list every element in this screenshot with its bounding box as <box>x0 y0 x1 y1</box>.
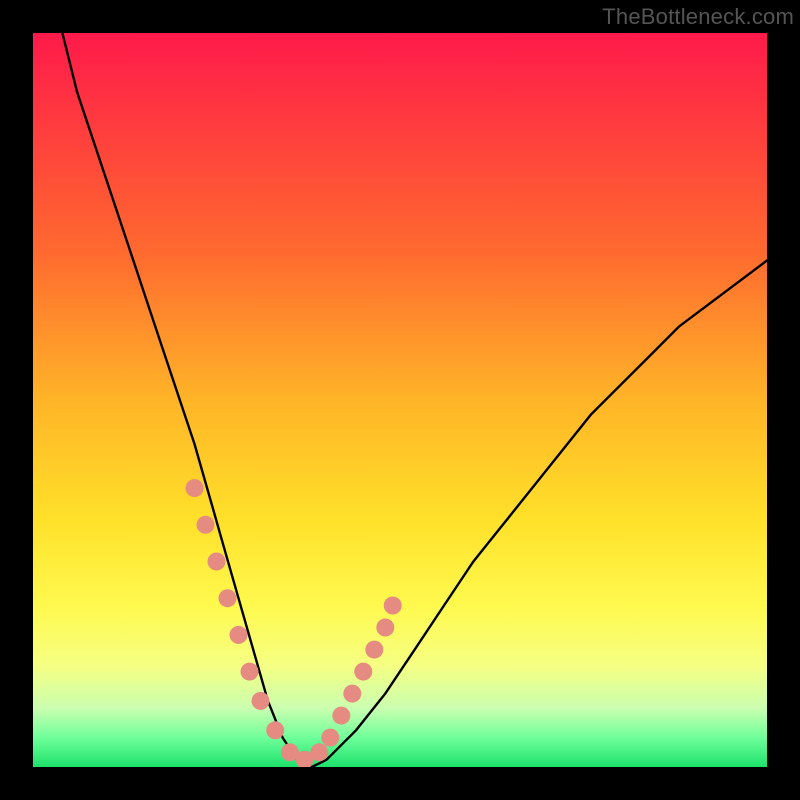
plot-area <box>33 33 767 767</box>
highlight-dot <box>332 707 350 725</box>
watermark: TheBottleneck.com <box>602 4 794 30</box>
highlight-dot <box>321 729 339 747</box>
bottleneck-curve <box>62 33 767 767</box>
highlight-dot <box>186 479 204 497</box>
highlight-dot <box>384 597 402 615</box>
highlight-dot <box>365 641 383 659</box>
highlight-dot <box>376 619 394 637</box>
highlight-dot <box>252 692 270 710</box>
chart-overlay <box>33 33 767 767</box>
highlight-dot <box>354 663 372 681</box>
highlight-dot <box>266 721 284 739</box>
highlight-dot <box>197 516 215 534</box>
highlight-dot <box>230 626 248 644</box>
highlight-dot <box>310 743 328 761</box>
highlight-dot <box>241 663 259 681</box>
highlight-dot <box>208 553 226 571</box>
chart-frame: TheBottleneck.com <box>0 0 800 800</box>
highlight-dot <box>219 589 237 607</box>
highlight-dot <box>343 685 361 703</box>
